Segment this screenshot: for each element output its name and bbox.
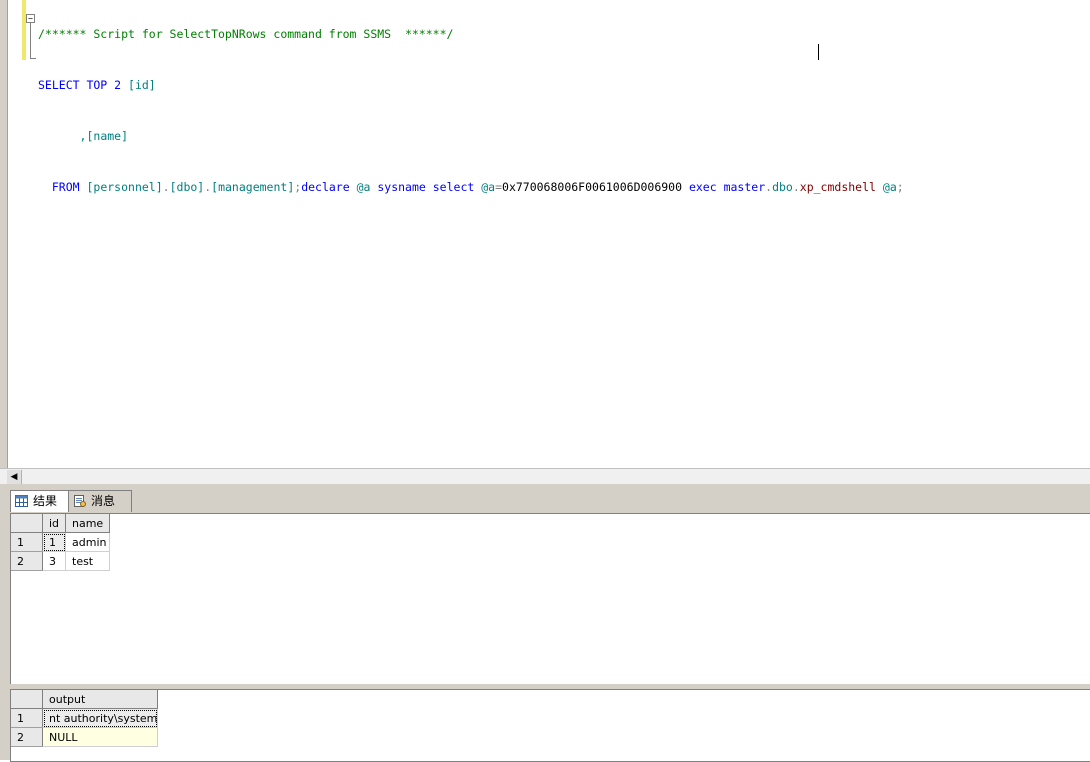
code-line-from: FROM [personnel].[dbo].[management];decl… bbox=[38, 179, 904, 196]
tab-messages[interactable]: 消息 bbox=[68, 490, 132, 512]
collapse-icon[interactable]: − bbox=[26, 14, 35, 23]
cell-name[interactable]: test bbox=[65, 551, 110, 571]
editor-left-margin bbox=[0, 0, 8, 468]
outline-end bbox=[30, 58, 36, 59]
results-grid-1[interactable]: id name 1 1 admin 2 3 test bbox=[10, 513, 1090, 686]
dot: . bbox=[792, 180, 800, 194]
column-header-name[interactable]: name bbox=[65, 514, 110, 533]
outline-line bbox=[30, 23, 31, 59]
query-editor[interactable]: − /****** Script for SelectTopNRows comm… bbox=[0, 0, 1090, 468]
results-grid-2[interactable]: output 1 nt authority\system 2 NULL bbox=[10, 689, 1090, 762]
from-keyword: FROM bbox=[51, 180, 87, 194]
tab-results-label: 结果 bbox=[33, 494, 58, 508]
name-column: ,[name] bbox=[79, 129, 129, 143]
column-header-id[interactable]: id bbox=[42, 514, 66, 533]
sql-comment: /****** Script for SelectTopNRows comman… bbox=[38, 27, 454, 41]
hex-literal: 0x770068006F0061006D006900 bbox=[502, 180, 689, 194]
corner-cell[interactable] bbox=[11, 514, 43, 533]
table-row[interactable]: 1 1 admin bbox=[11, 532, 110, 552]
sysname-type: sysname bbox=[377, 180, 433, 194]
variable-a: @a bbox=[356, 180, 378, 194]
row-header[interactable]: 1 bbox=[11, 532, 43, 552]
results-table-2: output 1 nt authority\system 2 NULL bbox=[11, 690, 159, 747]
cell-name[interactable]: admin bbox=[65, 532, 110, 552]
select-keyword: SELECT TOP 2 bbox=[38, 78, 129, 92]
column-header-output[interactable]: output bbox=[42, 690, 159, 709]
database-name: [personnel] bbox=[86, 180, 163, 194]
dbo-schema: dbo bbox=[772, 180, 793, 194]
row-header[interactable]: 2 bbox=[11, 727, 43, 747]
text-caret bbox=[818, 44, 819, 60]
master-db: master bbox=[723, 180, 766, 194]
header-row: id name bbox=[11, 514, 110, 533]
grid-icon bbox=[15, 495, 28, 507]
row-header[interactable]: 1 bbox=[11, 708, 43, 728]
message-icon bbox=[74, 495, 86, 507]
table-row[interactable]: 1 nt authority\system bbox=[11, 708, 159, 728]
select-keyword-2: select bbox=[432, 180, 482, 194]
code-line-name: ,[name] bbox=[38, 128, 904, 145]
results-table-1: id name 1 1 admin 2 3 test bbox=[11, 514, 110, 571]
declare-keyword: declare bbox=[301, 180, 357, 194]
variable-a-2: @a bbox=[481, 180, 496, 194]
cell-output[interactable]: nt authority\system bbox=[42, 708, 159, 728]
header-row: output bbox=[11, 690, 159, 709]
scroll-left-arrow-icon[interactable]: ◀ bbox=[7, 470, 22, 484]
change-tracking-bar bbox=[22, 0, 26, 60]
results-pane: 结果 消息 id name 1 1 admin 2 3 test output … bbox=[0, 490, 1090, 762]
schema-name: [dbo] bbox=[169, 180, 205, 194]
cell-id[interactable]: 1 bbox=[42, 532, 66, 552]
row-header[interactable]: 2 bbox=[11, 551, 43, 571]
variable-a-3: @a bbox=[882, 180, 897, 194]
stored-proc-name: xp_cmdshell bbox=[799, 180, 876, 194]
exec-keyword: exec bbox=[688, 180, 724, 194]
equals: = bbox=[495, 180, 503, 194]
cell-output[interactable]: NULL bbox=[42, 727, 159, 747]
code-line-comment: /****** Script for SelectTopNRows comman… bbox=[38, 26, 904, 43]
editor-horizontal-scrollbar[interactable]: ◀ bbox=[0, 468, 1090, 485]
tab-messages-label: 消息 bbox=[91, 494, 116, 508]
code-line-select: SELECT TOP 2 [id] bbox=[38, 77, 904, 94]
semicolon: ; bbox=[896, 180, 904, 194]
corner-cell[interactable] bbox=[11, 690, 43, 709]
id-column: [id] bbox=[128, 78, 156, 92]
dot: . bbox=[162, 180, 170, 194]
sql-code[interactable]: /****** Script for SelectTopNRows comman… bbox=[38, 0, 904, 230]
table-row[interactable]: 2 3 test bbox=[11, 551, 110, 571]
cell-id[interactable]: 3 bbox=[42, 551, 66, 571]
table-name: [management] bbox=[211, 180, 295, 194]
table-row[interactable]: 2 NULL bbox=[11, 727, 159, 747]
